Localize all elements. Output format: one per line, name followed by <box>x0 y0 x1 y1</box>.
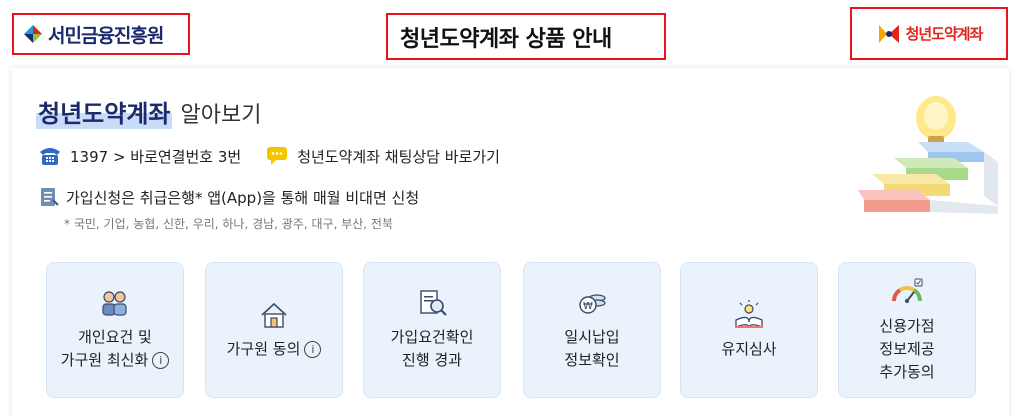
card-label: 가입요건확인 진행 경과 <box>390 328 474 369</box>
gauge-icon <box>891 278 923 303</box>
youth-brand-icon <box>878 24 899 43</box>
section-heading: 청년도약계좌 알아보기 <box>36 94 261 129</box>
card-label: 일시납입 정보확인 <box>564 328 620 369</box>
card-label: 가구원 동의 i <box>227 338 322 361</box>
page-title: 청년도약계좌 상품 안내 <box>400 26 612 52</box>
chat-icon <box>267 147 288 165</box>
house-icon <box>261 302 287 328</box>
brand-mark-icon <box>24 25 42 43</box>
card-label: 개인요건 및 가구원 최신화 i <box>61 326 170 372</box>
people-icon <box>102 291 127 316</box>
card-credit-consent[interactable]: 신용가점 정보제공 추가동의 <box>838 262 976 398</box>
info-icon[interactable]: i <box>152 352 170 369</box>
info-icon[interactable]: i <box>304 340 322 358</box>
apply-text: 가입신청은 취급은행* 앱(App)을 통해 매월 비대면 신청 <box>66 188 420 207</box>
card-lump-sum-info[interactable]: ₩ 일시납입 정보확인 <box>523 262 661 398</box>
right-brand-logo[interactable]: 청년도약계좌 <box>850 7 1008 60</box>
card-household-consent[interactable]: 가구원 동의 i <box>205 262 343 398</box>
card-eligibility-progress[interactable]: 가입요건확인 진행 경과 <box>363 262 501 398</box>
card-maintenance-review[interactable]: 유지심사 <box>680 262 818 398</box>
document-icon <box>41 188 59 206</box>
heading-highlight: 청년도약계좌 <box>36 94 173 129</box>
stairs-bulb-illustration <box>858 96 998 214</box>
document-search-icon <box>420 290 447 316</box>
phone-icon <box>40 148 60 165</box>
top-bar: 서민금융진흥원 청년도약계좌 상품 안내 청년도약계좌 <box>0 0 1021 66</box>
left-brand-text: 서민금융진흥원 <box>48 24 164 47</box>
chat-link[interactable]: 청년도약계좌 채팅상담 바로가기 <box>297 146 500 167</box>
right-brand-text: 청년도약계좌 <box>905 25 984 43</box>
card-personal-requirements[interactable]: 개인요건 및 가구원 최신화 i <box>46 262 184 398</box>
apply-row: 가입신청은 취급은행* 앱(App)을 통해 매월 비대면 신청 <box>38 186 419 208</box>
card-label: 신용가점 정보제공 추가동의 <box>879 316 935 381</box>
page-title-box: 청년도약계좌 상품 안내 <box>386 13 666 60</box>
phone-text[interactable]: 1397 > 바로연결번호 3번 <box>70 146 241 167</box>
svg-text:₩: ₩ <box>583 301 593 312</box>
contact-row: 1397 > 바로연결번호 3번 청년도약계좌 채팅상담 바로가기 <box>38 145 500 167</box>
book-bulb-icon <box>735 299 763 328</box>
heading-rest: 알아보기 <box>180 103 262 128</box>
coin-icon: ₩ <box>579 294 606 314</box>
left-brand-logo[interactable]: 서민금융진흥원 <box>12 13 190 55</box>
card-label: 유지심사 <box>721 339 777 358</box>
banks-note: * 국민, 기업, 농협, 신한, 우리, 하나, 경남, 광주, 대구, 부산… <box>64 217 393 231</box>
service-cards: 개인요건 및 가구원 최신화 i 가구원 동의 i 가입요건확인 진행 경과 ₩ 일… <box>46 262 976 402</box>
